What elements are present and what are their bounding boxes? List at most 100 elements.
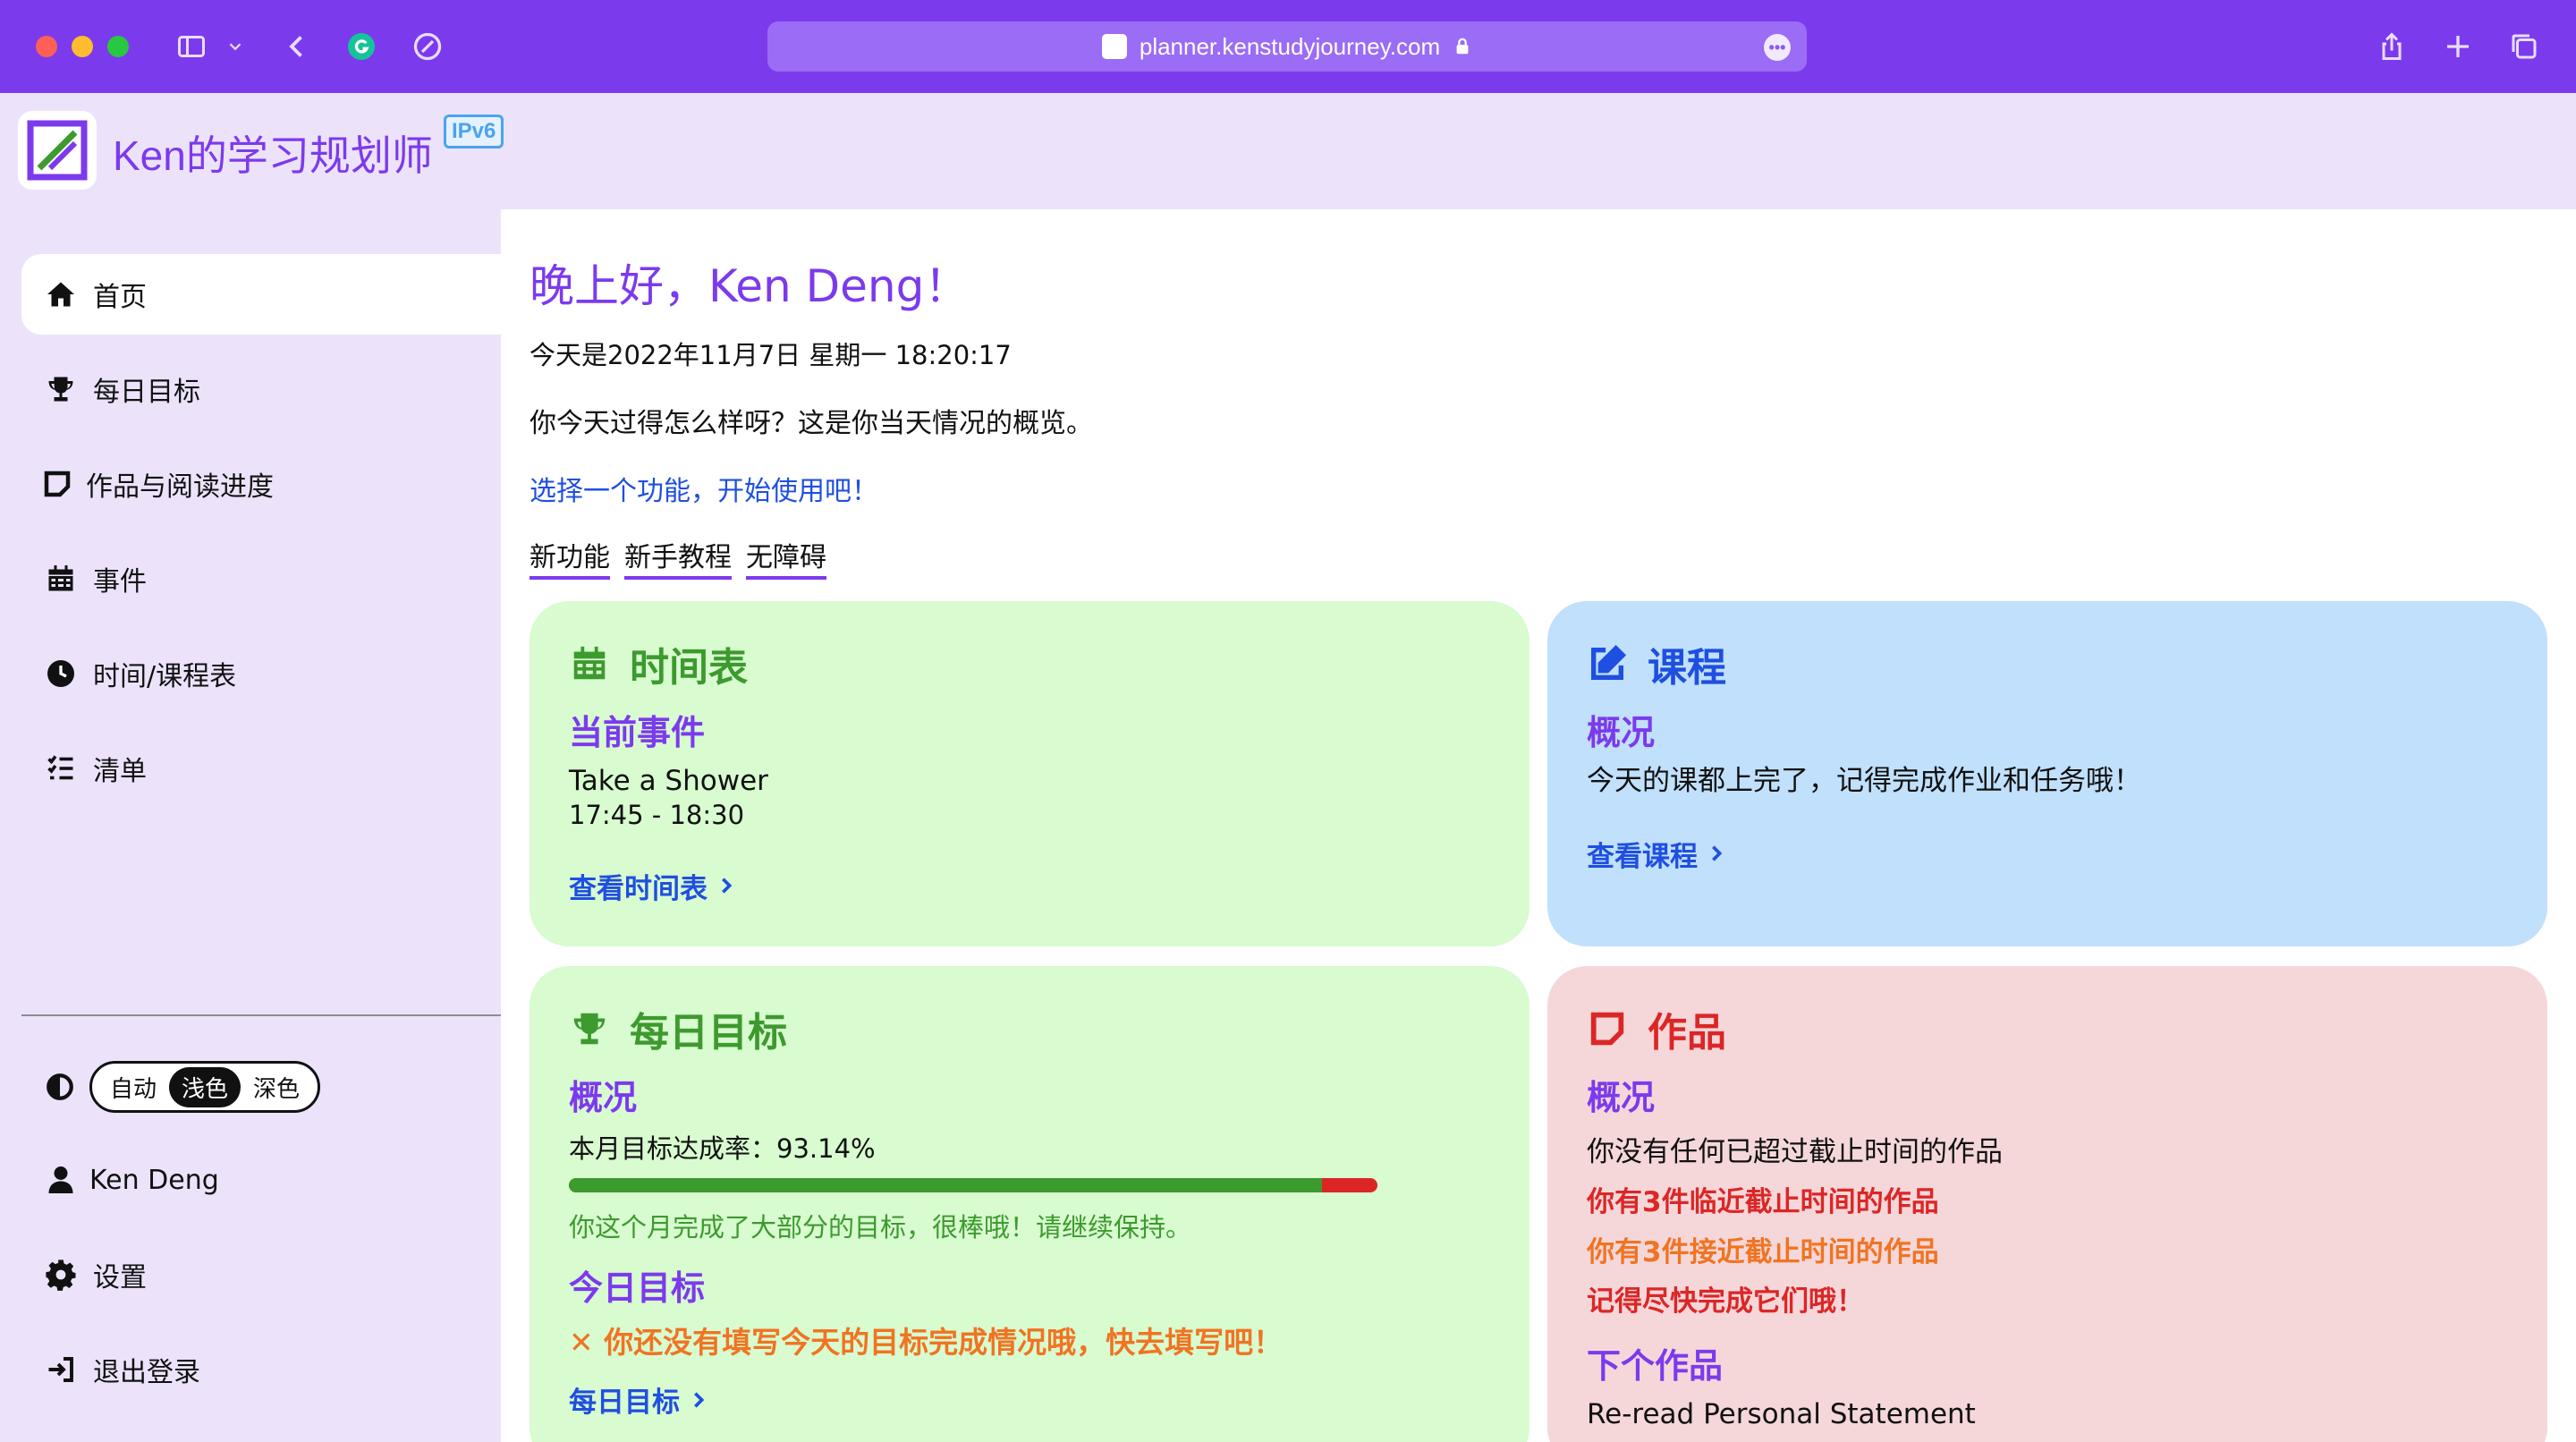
next-work-item: Re-read Personal Statement xyxy=(1587,1398,1976,1431)
sidebar-item-timetable[interactable]: 时间/课程表 xyxy=(21,633,501,714)
sticky-note-icon xyxy=(1590,1012,1624,1046)
logout-label: 退出登录 xyxy=(93,1357,200,1388)
theme-option-light[interactable]: 浅色 xyxy=(169,1066,242,1107)
app-header: Ken的学习规划师 IPv6 xyxy=(0,93,2576,209)
courses-card-title: 课程 xyxy=(1587,635,2508,692)
view-timetable-link[interactable]: 查看时间表 xyxy=(569,866,1490,906)
settings-label: 设置 xyxy=(93,1262,147,1294)
daily-goals-card: 每日目标 概况 本月目标达成率：93.14% 你这个月完成了大部分的目标，很棒哦… xyxy=(530,966,1530,1442)
address-bar[interactable]: planner.kenstudyjourney.com ••• xyxy=(767,21,1807,72)
share-icon[interactable] xyxy=(2372,27,2411,66)
view-courses-link[interactable]: 查看课程 xyxy=(1587,834,2508,874)
app-logo[interactable] xyxy=(18,111,97,190)
date-line: 今天是2022年11月7日 星期一 18:20:17 xyxy=(530,340,1012,370)
sidebar-item-label: 清单 xyxy=(93,756,147,787)
calendar-icon xyxy=(48,565,73,591)
grammarly-icon[interactable] xyxy=(342,27,381,66)
today-goals-heading: 今日目标 xyxy=(569,1268,706,1308)
daily-goals-card-title: 每日目标 xyxy=(569,1000,1490,1057)
sidebar-item-checklist[interactable]: 清单 xyxy=(21,728,501,809)
ipv6-badge: IPv6 xyxy=(444,115,504,148)
monthly-goal-rate: 本月目标达成率：93.14% xyxy=(569,1133,876,1164)
user-icon xyxy=(48,1166,73,1193)
sidebar-item-label: 事件 xyxy=(93,566,147,598)
lock-icon xyxy=(1456,38,1469,55)
link-new-features[interactable]: 新功能 xyxy=(530,535,610,580)
current-event-time: 17:45 - 18:30 xyxy=(569,799,745,830)
new-tab-icon[interactable] xyxy=(2438,27,2478,66)
link-accessibility[interactable]: 无障碍 xyxy=(746,535,826,580)
sidebar-item-label: 时间/课程表 xyxy=(93,661,237,692)
greeting-title: 晚上好，Ken Deng！ xyxy=(530,260,970,312)
checklist-icon xyxy=(47,755,73,780)
url-text: planner.kenstudyjourney.com xyxy=(1139,32,1441,60)
works-reminder: 记得尽快完成它们哦！ xyxy=(1587,1285,1864,1319)
courses-overview-heading: 概况 xyxy=(1587,713,1656,752)
current-event-heading: 当前事件 xyxy=(569,713,706,752)
works-overview-heading: 概况 xyxy=(1587,1078,1656,1117)
sidebar-item-settings[interactable]: 设置 xyxy=(21,1234,501,1315)
choose-feature-prompt: 选择一个功能，开始使用吧！ xyxy=(530,476,878,507)
goal-progress-fill xyxy=(569,1178,1322,1192)
app-title[interactable]: Ken的学习规划师 xyxy=(113,123,433,182)
more-options-icon[interactable]: ••• xyxy=(1764,34,1791,61)
sidebar-item-home[interactable]: 首页 xyxy=(21,254,501,335)
today-goals-warning: ✕ 你还没有填写今天的目标完成情况哦，快去填写吧！ xyxy=(569,1325,1284,1360)
sidebar-item-label: 首页 xyxy=(93,282,147,313)
zoom-window-button[interactable] xyxy=(107,36,129,57)
schedule-card-title: 时间表 xyxy=(569,635,1490,692)
daily-goals-link[interactable]: 每日目标 xyxy=(569,1379,1490,1420)
chevron-right-icon xyxy=(1712,845,1723,862)
browser-toolbar: planner.kenstudyjourney.com ••• xyxy=(0,0,2576,93)
quick-links: 新功能 新手教程 无障碍 xyxy=(530,535,826,580)
trophy-icon xyxy=(48,377,73,402)
back-icon[interactable] xyxy=(277,27,317,66)
sidebar-toggle-icon[interactable] xyxy=(172,27,211,66)
link-tutorial[interactable]: 新手教程 xyxy=(624,535,732,580)
theme-option-dark[interactable]: 深色 xyxy=(241,1067,312,1107)
chevron-down-icon[interactable] xyxy=(222,27,249,66)
contrast-icon xyxy=(47,1073,73,1100)
clock-icon xyxy=(47,660,74,687)
theme-toggle: 自动 浅色 深色 xyxy=(89,1061,321,1113)
sidebar-item-events[interactable]: 事件 xyxy=(21,539,501,619)
goal-progress-bar xyxy=(569,1178,1377,1192)
home-icon xyxy=(47,282,74,307)
main-content: 晚上好，Ken Deng！ 今天是2022年11月7日 星期一 18:20:17… xyxy=(501,209,2576,1442)
courses-card: 课程 概况 今天的课都上完了，记得完成作业和任务哦！ 查看课程 xyxy=(1547,601,2547,946)
site-icon xyxy=(1101,34,1127,59)
sidebar: 首页 每日目标 作品与阅读进度 事件 时间/课程表 清单 自动 浅色 深色 Ke… xyxy=(0,209,501,1442)
sidebar-item-works[interactable]: 作品与阅读进度 xyxy=(21,444,501,524)
logout-icon xyxy=(48,1357,73,1382)
calendar-icon xyxy=(573,646,606,680)
schedule-card: 时间表 当前事件 Take a Shower 17:45 - 18:30 查看时… xyxy=(530,601,1530,946)
user-name: Ken Deng xyxy=(89,1164,219,1196)
sidebar-item-daily-goals[interactable]: 每日目标 xyxy=(21,349,501,429)
extension-icon[interactable] xyxy=(408,27,447,66)
works-card-title: 作品 xyxy=(1587,1000,2508,1057)
sticky-note-icon xyxy=(44,471,71,497)
works-near-due: 你有3件临近截止时间的作品 xyxy=(1587,1185,1939,1218)
overview-question: 你今天过得怎么样呀？这是你当天情况的概览。 xyxy=(530,408,1093,439)
goals-overview-heading: 概况 xyxy=(569,1078,638,1117)
theme-option-auto[interactable]: 自动 xyxy=(97,1067,169,1107)
chevron-right-icon xyxy=(722,878,733,895)
courses-status: 今天的课都上完了，记得完成作业和任务哦！ xyxy=(1587,765,2141,797)
sidebar-item-user[interactable]: Ken Deng xyxy=(21,1140,501,1220)
gear-icon xyxy=(46,1260,76,1291)
sidebar-item-label: 每日目标 xyxy=(93,377,200,408)
theme-switcher: 自动 浅色 深色 xyxy=(45,1061,321,1113)
goal-encouragement: 你这个月完成了大部分的目标，很棒哦！请继续保持。 xyxy=(569,1212,1192,1243)
tab-overview-icon[interactable] xyxy=(2504,27,2544,66)
works-card: 作品 概况 你没有任何已超过截止时间的作品 你有3件临近截止时间的作品 你有3件… xyxy=(1547,966,2547,1442)
works-overdue: 你没有任何已超过截止时间的作品 xyxy=(1587,1136,2003,1168)
trophy-icon xyxy=(573,1013,606,1045)
chevron-right-icon xyxy=(694,1391,705,1408)
next-work-heading: 下个作品 xyxy=(1587,1346,1724,1387)
close-window-button[interactable] xyxy=(36,36,57,57)
edit-icon xyxy=(1590,644,1627,681)
works-approaching: 你有3件接近截止时间的作品 xyxy=(1587,1235,1939,1268)
sidebar-item-logout[interactable]: 退出登录 xyxy=(21,1329,501,1410)
sidebar-item-label: 作品与阅读进度 xyxy=(86,471,274,503)
minimize-window-button[interactable] xyxy=(72,36,93,57)
